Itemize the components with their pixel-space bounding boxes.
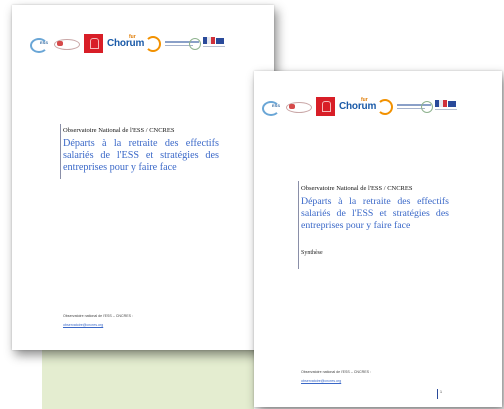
red-partner-logo-icon [84, 34, 103, 53]
footer-email-link[interactable]: observatoire@cncres.org [63, 323, 103, 327]
ministry-logo-icon [165, 37, 202, 50]
page-number: 1 [440, 390, 442, 394]
red-partner-logo-icon [316, 97, 335, 116]
cncres-logo-icon [286, 101, 312, 113]
ministry-logo-icon [397, 100, 434, 113]
eu-flag-icon [203, 37, 226, 50]
title-accent-bar [298, 181, 299, 269]
synthese-page: ESS Chorum fur Observatoire National de … [254, 71, 502, 407]
document-title: Départs à la retraite des effectifs sala… [301, 196, 449, 231]
document-subtitle: Synthèse [301, 250, 323, 256]
observatoire-ess-logo-icon: ESS [28, 37, 50, 53]
chorum-logo: Chorum fur [107, 34, 162, 52]
cover-page: ESS Chorum fur Observatoire National de … [12, 5, 274, 350]
footer-label: Observatoire national de l'ESS – CNCRES … [63, 314, 133, 318]
chorum-logo: Chorum fur [339, 97, 394, 115]
title-accent-bar [60, 124, 61, 179]
header-line: Observatoire National de l'ESS / CNCRES [301, 185, 413, 192]
eu-flag-icon [435, 100, 458, 113]
partner-logos-bar: ESS Chorum fur [260, 97, 461, 116]
observatoire-ess-logo-icon: ESS [260, 100, 282, 116]
footer-label: Observatoire national de l'ESS – CNCRES … [301, 370, 371, 374]
footer-email-link[interactable]: observatoire@cncres.org [301, 379, 341, 383]
page-number-bar [437, 389, 438, 399]
cncres-logo-icon [54, 38, 80, 50]
document-title: Départs à la retraite des effectifs sala… [63, 138, 219, 174]
partner-logos-bar: ESS Chorum fur [28, 34, 229, 53]
header-line: Observatoire National de l'ESS / CNCRES [63, 127, 175, 134]
